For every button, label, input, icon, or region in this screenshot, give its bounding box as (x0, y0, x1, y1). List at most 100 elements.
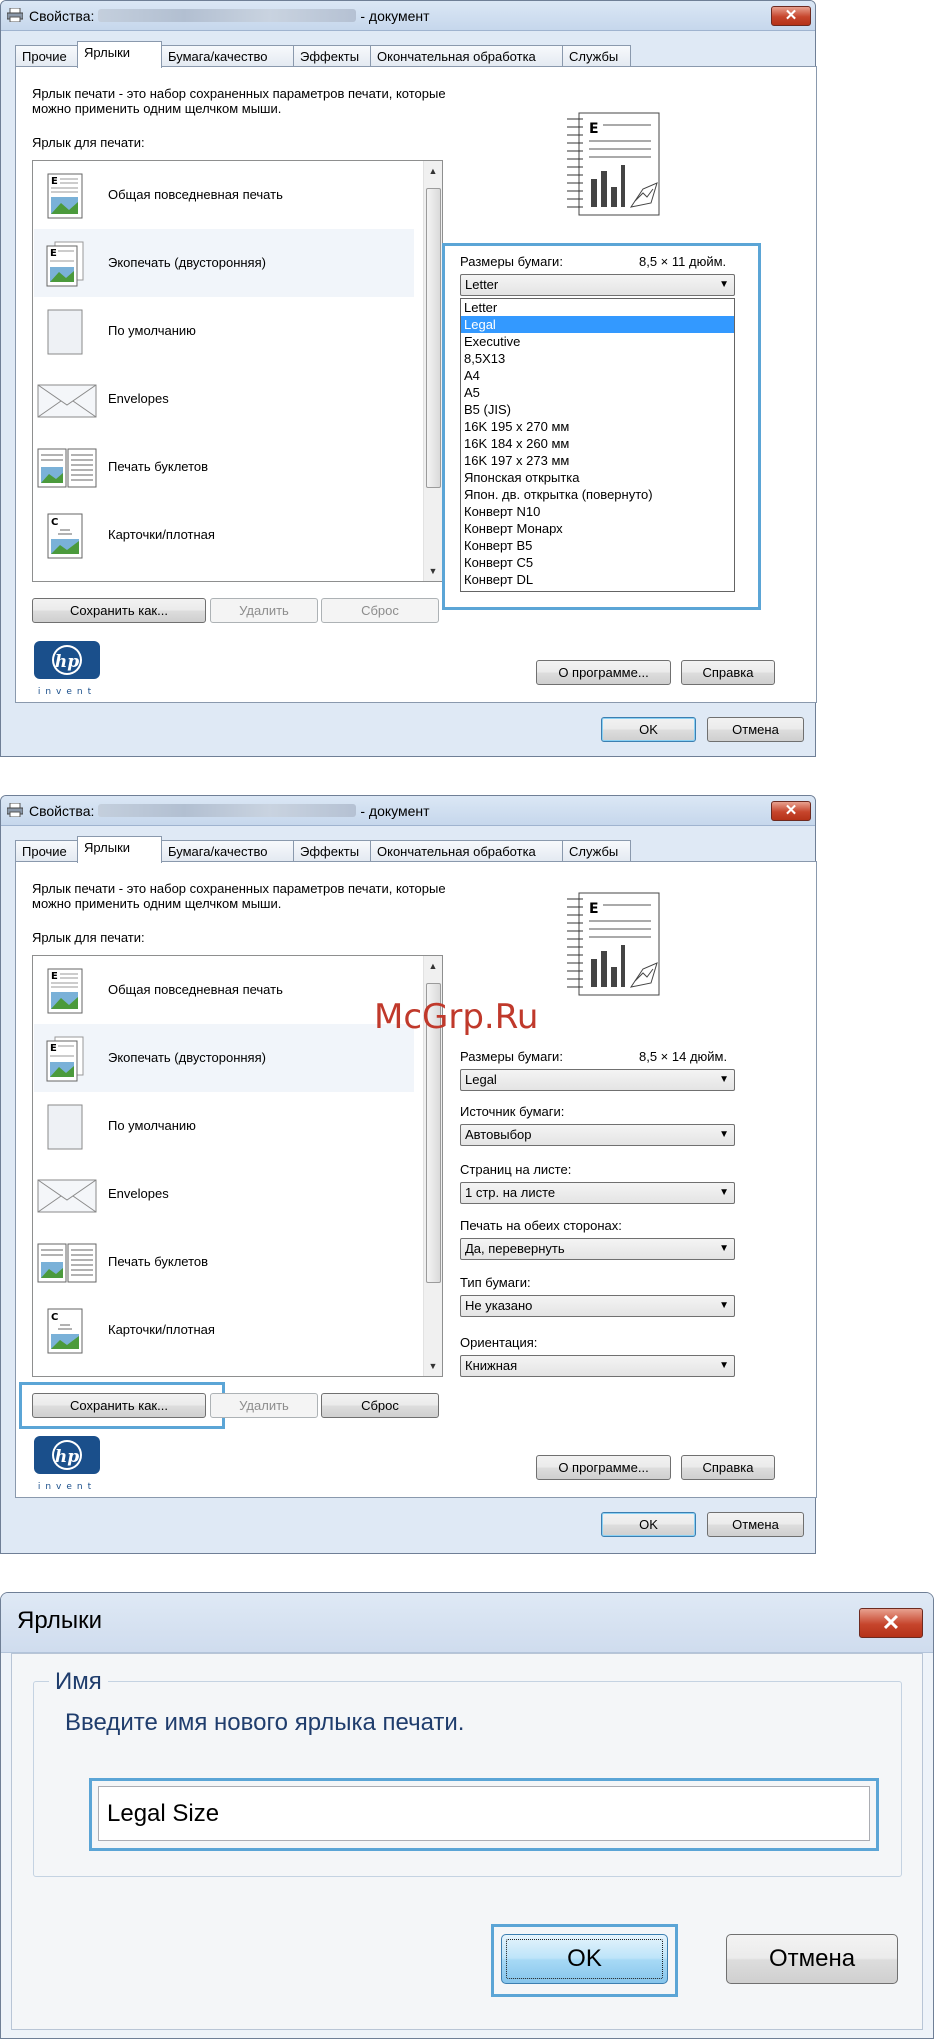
ok-button[interactable]: OK (601, 717, 696, 742)
shortcut-item[interactable]: C Карточки/плотная (34, 1296, 414, 1364)
tab-other[interactable]: Прочие (15, 45, 78, 67)
pages-per-sheet-select[interactable]: 1 стр. на листе ▼ (460, 1182, 735, 1204)
paper-type-select[interactable]: Не указано ▼ (460, 1295, 735, 1317)
shortcut-label: Карточки/плотная (108, 1322, 215, 1337)
tab-effects[interactable]: Эффекты (293, 840, 371, 862)
tab-paper-quality[interactable]: Бумага/качество (161, 840, 294, 862)
tab-shortcuts[interactable]: Ярлыки (77, 836, 162, 863)
ok-button[interactable]: OK (601, 1512, 696, 1537)
duplex-select[interactable]: Да, перевернуть ▼ (460, 1238, 735, 1260)
paper-size-dropdown-list[interactable]: Letter Legal Executive 8,5X13 A4 A5 B5 (JIS) 16… (460, 298, 735, 592)
shortcut-label: Экопечать (двусторонняя) (108, 255, 266, 270)
help-button[interactable]: Справка (681, 1455, 775, 1480)
chevron-down-icon: ▼ (719, 1074, 729, 1085)
properties-window-2: Свойства: - документ ✕ Прочие Ярлыки Бума… (0, 795, 817, 1554)
shortcut-item[interactable]: C Карточки/плотная (34, 501, 414, 569)
paper-size-select[interactable]: Legal ▼ (460, 1069, 735, 1091)
envelope-icon (37, 1179, 97, 1213)
tab-finishing[interactable]: Окончательная обработка (370, 840, 563, 862)
watermark-text: McGrp.Ru (374, 997, 539, 1037)
chevron-down-icon: ▼ (719, 279, 729, 290)
scroll-down-icon[interactable]: ▼ (424, 563, 442, 579)
tab-finishing[interactable]: Окончательная обработка (370, 45, 563, 67)
close-button[interactable]: ✕ (859, 1608, 923, 1638)
cancel-button[interactable]: Отмена (707, 717, 804, 742)
paper-size-option[interactable]: B5 (JIS) (461, 401, 734, 418)
shortcut-item[interactable]: E Экопечать (двусторонняя) (34, 1024, 414, 1092)
tab-services[interactable]: Службы (562, 840, 631, 862)
svg-text:C: C (51, 1312, 58, 1323)
shortcut-item[interactable]: E Общая повседневная печать (34, 161, 414, 229)
vertical-scrollbar[interactable]: ▲ ▼ (423, 161, 442, 581)
paper-size-option[interactable]: A5 (461, 384, 734, 401)
shortcut-item[interactable]: E Общая повседневная печать (34, 956, 414, 1024)
about-button[interactable]: О программе... (536, 660, 671, 685)
save-as-button[interactable]: Сохранить как... (32, 598, 206, 623)
description-line-2: можно применить одним щелчком мыши. (32, 101, 282, 116)
shortcut-item[interactable]: E Экопечать (двусторонняя) (34, 229, 414, 297)
paper-source-label: Источник бумаги: (460, 1104, 565, 1119)
tab-shortcuts[interactable]: Ярлыки (77, 41, 162, 68)
shortcuts-name-dialog: Ярлыки ✕ Имя Введите имя нового ярлыка п… (0, 1592, 934, 2039)
paper-size-option[interactable]: 16K 197 x 273 мм (461, 452, 734, 469)
scroll-up-icon[interactable]: ▲ (424, 958, 442, 974)
shortcut-item[interactable]: По умолчанию (34, 297, 414, 365)
chevron-down-icon: ▼ (719, 1360, 729, 1371)
printer-icon (7, 8, 23, 22)
paper-size-option[interactable]: Letter (461, 299, 734, 316)
about-button[interactable]: О программе... (536, 1455, 671, 1480)
paper-type-label: Тип бумаги: (460, 1275, 531, 1290)
close-button[interactable]: ✕ (771, 6, 811, 26)
paper-size-option[interactable]: A4 (461, 367, 734, 384)
window-title: Свойства: - документ (29, 8, 430, 24)
shortcut-item[interactable]: Envelopes (34, 1160, 414, 1228)
paper-source-select[interactable]: Автовыбор ▼ (460, 1124, 735, 1146)
paper-size-select[interactable]: Letter ▼ (460, 274, 735, 296)
paper-size-option[interactable]: Конверт B5 (461, 537, 734, 554)
shortcut-name-input[interactable]: Legal Size (98, 1786, 870, 1841)
shortcut-item[interactable]: По умолчанию (34, 1092, 414, 1160)
title-bar: Свойства: - документ ✕ (1, 796, 815, 826)
paper-size-option[interactable]: Япон. дв. открытка (повернуто) (461, 486, 734, 503)
paper-size-option[interactable]: Японская открытка (461, 469, 734, 486)
document-e-icon: E (47, 968, 83, 1014)
dialog-cancel-button[interactable]: Отмена (726, 1934, 898, 1984)
paper-size-option[interactable]: 16K 195 x 270 мм (461, 418, 734, 435)
close-icon: ✕ (881, 1610, 901, 1635)
cancel-button[interactable]: Отмена (707, 1512, 804, 1537)
paper-size-option[interactable]: Конверт N10 (461, 503, 734, 520)
scroll-thumb[interactable] (426, 188, 441, 488)
tab-other[interactable]: Прочие (15, 840, 78, 862)
orientation-select[interactable]: Книжная ▼ (460, 1355, 735, 1377)
description-line-1: Ярлык печати - это набор сохраненных пар… (32, 86, 446, 101)
shortcut-item[interactable]: Печать буклетов (34, 1228, 414, 1296)
chevron-down-icon: ▼ (719, 1300, 729, 1311)
shortcut-item[interactable]: Envelopes (34, 365, 414, 433)
tab-effects[interactable]: Эффекты (293, 45, 371, 67)
paper-type-value: Не указано (465, 1298, 533, 1313)
shortcut-item[interactable]: Печать буклетов (34, 433, 414, 501)
reset-button[interactable]: Сброс (321, 1393, 439, 1418)
close-icon: ✕ (784, 7, 798, 24)
name-prompt: Введите имя нового ярлыка печати. (65, 1709, 465, 1736)
paper-size-option[interactable]: Legal (461, 316, 734, 333)
tab-services[interactable]: Службы (562, 45, 631, 67)
save-as-button[interactable]: Сохранить как... (32, 1393, 206, 1418)
paper-size-option[interactable]: Конверт DL (461, 571, 734, 588)
paper-size-label: Размеры бумаги: (460, 1049, 563, 1064)
paper-size-option[interactable]: 8,5X13 (461, 350, 734, 367)
close-button[interactable]: ✕ (771, 801, 811, 821)
shortcut-label: Общая повседневная печать (108, 982, 283, 997)
paper-size-option[interactable]: Executive (461, 333, 734, 350)
dialog-ok-button[interactable]: OK (501, 1934, 668, 1984)
scroll-up-icon[interactable]: ▲ (424, 163, 442, 179)
paper-size-label: Размеры бумаги: (460, 254, 563, 269)
paper-size-option[interactable]: Конверт Монарх (461, 520, 734, 537)
tab-paper-quality[interactable]: Бумага/качество (161, 45, 294, 67)
help-button[interactable]: Справка (681, 660, 775, 685)
document-e-icon: E (47, 173, 83, 219)
shortcut-list[interactable]: E Общая повседневная печать E Экопечать … (32, 160, 443, 582)
paper-size-option[interactable]: Конверт C5 (461, 554, 734, 571)
paper-size-option[interactable]: 16K 184 x 260 мм (461, 435, 734, 452)
scroll-down-icon[interactable]: ▼ (424, 1358, 442, 1374)
